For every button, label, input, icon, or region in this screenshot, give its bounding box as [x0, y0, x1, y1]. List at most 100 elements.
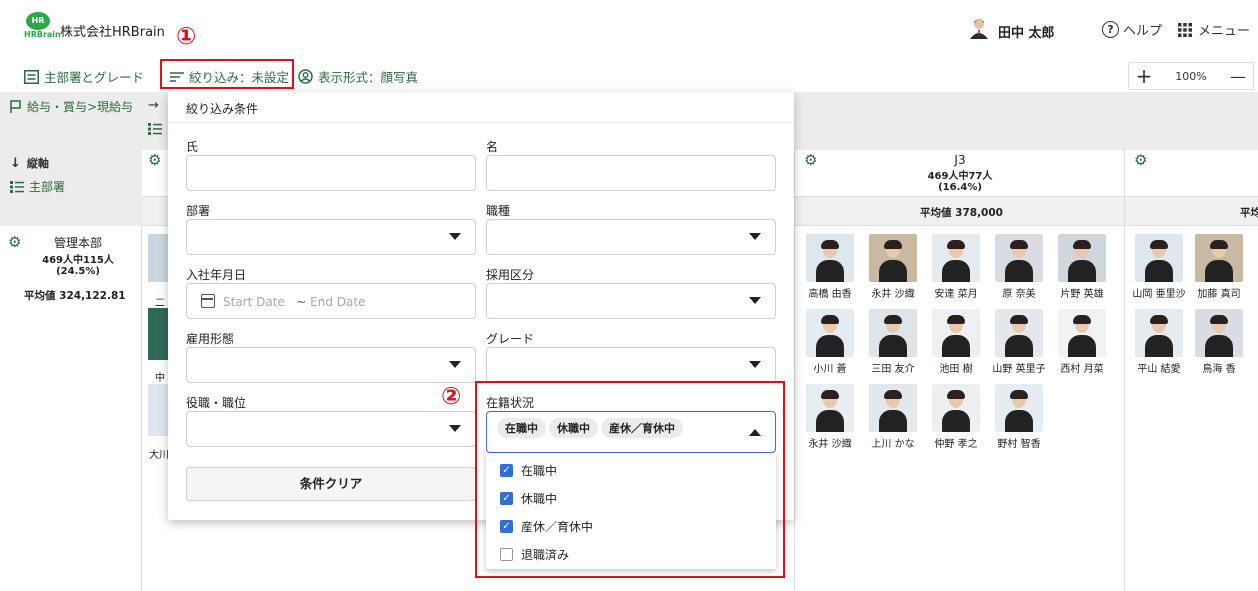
employee-name: 西村 月菜	[1060, 364, 1104, 375]
grade-select[interactable]	[486, 347, 776, 383]
employee-card[interactable]: 仲野 孝之	[929, 384, 983, 450]
employee-card[interactable]: 上川 かな	[866, 384, 920, 450]
dept-grade-label: 主部署とグレード	[44, 70, 145, 85]
employee-card[interactable]: 小川 蒼	[803, 309, 857, 375]
hrbrain-logo[interactable]: HR HRBrain	[24, 12, 61, 40]
main-dept-axis[interactable]: 主部署	[10, 178, 65, 195]
employee-card[interactable]: 永井 沙織	[803, 384, 857, 450]
employee-photo	[806, 234, 854, 282]
first-name-label: 名	[486, 140, 499, 154]
employee-photo	[995, 309, 1043, 357]
caret-down-icon	[749, 233, 761, 240]
breadcrumb[interactable]: 給与・賞与>現給与	[10, 98, 133, 115]
dept-summary: 管理本部 469人中115人 (24.5%)	[30, 234, 126, 277]
dept-grade-toggle[interactable]: 主部署とグレード	[24, 67, 144, 86]
zoom-out-button[interactable]: —	[1223, 67, 1253, 86]
user-circle-icon	[298, 69, 313, 84]
zoom-level: 100%	[1175, 69, 1207, 83]
gear-icon[interactable]: ⚙	[8, 234, 24, 250]
callout-2: ②	[441, 382, 462, 410]
user-name[interactable]: 田中 太郎	[998, 22, 1055, 41]
employee-grid: 高橋 由香 永井 沙織 安達 菜月原 奈美 片野 英雄 小川 蒼三田 友介 池田 樹山野 …	[803, 234, 1123, 464]
job-type-select[interactable]	[486, 219, 776, 255]
employee-name: 片野 英雄	[1060, 289, 1104, 300]
employee-card[interactable]: 三田 友介	[866, 309, 920, 375]
employee-name: 山野 英里子	[992, 364, 1046, 375]
panel-title: 絞り込み条件	[186, 102, 259, 116]
employee-name: 平山 結愛	[1137, 364, 1181, 375]
grade-average-partial: 平均	[1240, 207, 1258, 219]
employee-card[interactable]: 加藤 真司	[1192, 234, 1246, 300]
employee-photo	[995, 384, 1043, 432]
employee-name: 小川 蒼	[813, 364, 847, 375]
grade-label: グレード	[486, 332, 535, 346]
employee-photo	[869, 234, 917, 282]
person-name-partial: 大川	[149, 450, 169, 461]
employee-photo	[1058, 234, 1106, 282]
menu-label: メニュー	[1198, 24, 1251, 39]
employee-card[interactable]: 鳥海 香	[1192, 309, 1246, 375]
department-label: 部署	[186, 204, 211, 218]
filter-button[interactable]: 絞り込み：未設定	[170, 67, 289, 86]
menu-button[interactable]: メニュー	[1178, 20, 1250, 39]
employee-card[interactable]: 片野 英雄	[1055, 234, 1109, 300]
employee-card[interactable]: 高橋 由香	[803, 234, 857, 300]
employee-photo	[869, 309, 917, 357]
list-box-icon	[24, 69, 39, 84]
column-divider	[1124, 150, 1125, 591]
status-highlight	[475, 381, 785, 578]
employee-photo	[1058, 309, 1106, 357]
display-format-button[interactable]: 表示形式：顔写真	[298, 67, 418, 86]
employee-name: 高橋 由香	[808, 289, 852, 300]
arrow-right-icon: →	[148, 98, 159, 113]
first-name-field[interactable]	[486, 155, 776, 191]
employee-card[interactable]: 山岡 亜里沙	[1132, 234, 1186, 300]
caret-down-icon	[449, 233, 461, 240]
employment-type-label: 雇用形態	[186, 332, 235, 346]
flag-icon	[10, 99, 21, 113]
hire-date-range[interactable]: Start Date ~ End Date	[186, 283, 476, 319]
gear-icon[interactable]: ⚙	[148, 152, 164, 168]
gear-icon[interactable]: ⚙	[1134, 152, 1150, 168]
calendar-icon	[201, 294, 215, 308]
callout-1: ①	[176, 22, 197, 50]
employee-photo	[995, 234, 1043, 282]
hiring-category-select[interactable]	[486, 283, 776, 319]
employee-name: 永井 沙織	[808, 439, 852, 450]
clear-conditions-button[interactable]: 条件クリア	[186, 467, 476, 501]
arrow-down-icon: ↓	[10, 155, 21, 171]
employee-card[interactable]: 池田 樹	[929, 309, 983, 375]
employee-card[interactable]: 山野 英里子	[992, 309, 1046, 375]
caret-down-icon	[749, 297, 761, 304]
employee-name: 池田 樹	[939, 364, 973, 375]
column-divider	[794, 150, 795, 591]
position-label: 役職・職位	[186, 396, 247, 410]
user-avatar[interactable]	[968, 17, 990, 39]
vertical-axis-label: ↓ 縦軸	[10, 155, 49, 171]
zoom-in-button[interactable]: +	[1129, 64, 1159, 88]
employee-card[interactable]: 原 奈美	[992, 234, 1046, 300]
employee-card[interactable]: 安達 菜月	[929, 234, 983, 300]
dept-count: 469人中115人	[42, 255, 114, 266]
help-link[interactable]: ? ヘルプ	[1102, 20, 1162, 39]
breadcrumb-text: 給与・賞与>現給与	[27, 100, 134, 114]
employee-photo	[932, 384, 980, 432]
employee-card[interactable]: 平山 結愛	[1132, 309, 1186, 375]
employee-name: 鳥海 香	[1202, 364, 1236, 375]
dept-percent: (24.5%)	[56, 266, 100, 277]
employee-name: 安達 菜月	[934, 289, 978, 300]
last-name-field[interactable]	[186, 155, 476, 191]
position-select[interactable]	[186, 411, 476, 447]
employee-card[interactable]: 西村 月菜	[1055, 309, 1109, 375]
caret-down-icon	[449, 425, 461, 432]
department-select[interactable]	[186, 219, 476, 255]
employee-name: 仲野 孝之	[934, 439, 978, 450]
employment-type-select[interactable]	[186, 347, 476, 383]
zoom-control: + 100% —	[1128, 62, 1254, 90]
grade-count: 469人中77人	[927, 171, 993, 182]
employee-card[interactable]: 野村 智香	[992, 384, 1046, 450]
job-type-label: 職種	[486, 204, 511, 218]
employee-card[interactable]: 永井 沙織	[866, 234, 920, 300]
gear-icon[interactable]: ⚙	[804, 152, 820, 168]
employee-photo	[1135, 309, 1183, 357]
